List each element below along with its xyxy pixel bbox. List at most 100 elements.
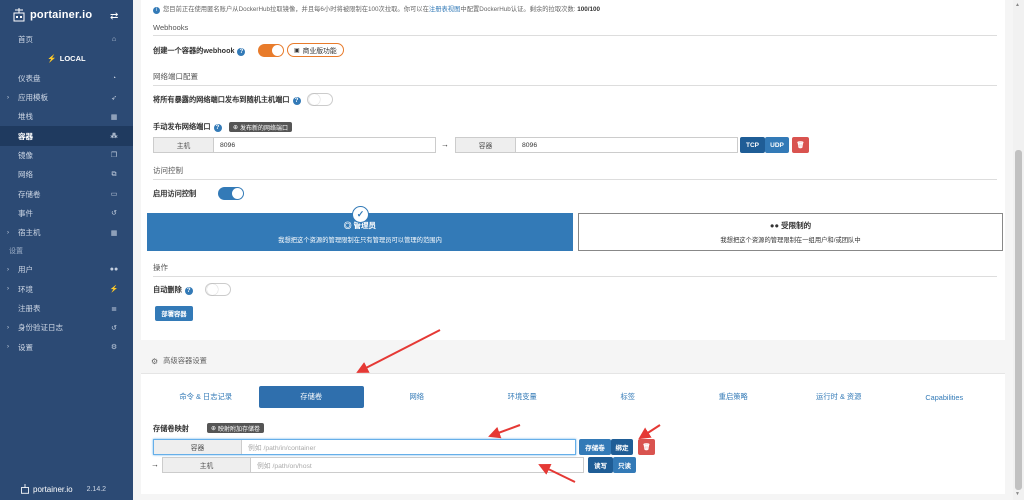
sidebar-item-auth-logs[interactable]: › 身份验证日志 ↺ (0, 318, 133, 337)
sidebar-item-app-templates[interactable]: › 应用模板 ➶ (0, 88, 133, 107)
section-ports: 网络端口配置 (153, 71, 997, 86)
volume-type-button[interactable]: 存储卷 (579, 439, 611, 455)
deploy-container-button[interactable]: 部署容器 (155, 306, 193, 321)
remove-port-button[interactable]: 🗑 (792, 137, 809, 153)
access-control-toggle[interactable] (218, 187, 244, 200)
portainer-logo-icon (21, 484, 29, 494)
container-path-input[interactable]: 容器 例如 /path/in/container (153, 439, 576, 455)
cogs-icon: ⚙ (110, 344, 118, 352)
sidebar-item-label: 注册表 (18, 304, 41, 313)
admin-desc: 我想把这个资源的管理限制在只有管理员可以管理的范围内 (278, 237, 442, 244)
host-port-input[interactable]: 主机 8096 (153, 137, 436, 153)
tcp-button[interactable]: TCP (740, 137, 765, 153)
remove-volume-button[interactable]: 🗑 (638, 439, 655, 455)
cubes-icon: ⁂ (110, 133, 118, 141)
add-port-text: 发布新的网络端口 (240, 125, 289, 132)
sidebar-item-containers[interactable]: 容器 ⁂ (0, 126, 133, 146)
manual-publish-label: 手动发布网络端口? (153, 122, 222, 132)
publish-all-toggle[interactable] (307, 93, 333, 106)
plug-icon: ⚡ (109, 286, 119, 294)
scrollbar[interactable]: ▲ ▼ (1013, 0, 1024, 500)
sidebar-item-settings[interactable]: › 设置 ⚙ (0, 337, 133, 356)
sidebar-item-host[interactable]: › 宿主机 ▦ (0, 223, 133, 242)
scrollbar-thumb[interactable] (1015, 150, 1022, 490)
advanced-settings-panel: ⚙ 高级容器设置 命令 & 日志记录 存储卷 网络 环境变量 标签 重启策略 运行… (141, 349, 1005, 494)
help-icon[interactable]: ? (184, 287, 193, 295)
host-path-input[interactable]: 主机 例如 /path/on/host (162, 457, 584, 473)
sidebar-section-settings: 设置 (9, 248, 23, 256)
container-port-input[interactable]: 容器 8096 (455, 137, 738, 153)
scroll-down-icon[interactable]: ▼ (1015, 491, 1020, 497)
manual-publish-text: 手动发布网络端口 (153, 122, 211, 131)
eye-slash-icon: ◎ (343, 221, 352, 230)
bind-type-button[interactable]: 绑定 (611, 439, 633, 455)
sidebar-toggle-icon[interactable]: ⇄ (110, 11, 118, 22)
add-volume-button[interactable]: ⊕ 映射附加存储卷 (207, 423, 265, 433)
publish-all-text: 将所有暴露的网络端口发布到随机主机端口 (153, 95, 290, 104)
sidebar-item-dashboard[interactable]: 仪表盘 ◔ (0, 69, 133, 88)
sidebar-item-events[interactable]: 事件 ↺ (0, 204, 133, 223)
th-icon: ▦ (110, 229, 118, 237)
tab-restart-policy[interactable]: 重启策略 (681, 386, 787, 408)
container-path-placeholder: 例如 /path/in/container (248, 445, 316, 452)
sidebar-item-label: 设置 (18, 342, 33, 352)
sidebar-item-registries[interactable]: 注册表 ≣ (0, 299, 133, 318)
sidebar-item-home[interactable]: 首页 ⌂ (0, 30, 133, 49)
webhook-label: 创建一个容器的webhook? (153, 46, 246, 56)
sidebar-item-users[interactable]: › 用户 ●● (0, 260, 133, 279)
sidebar-item-environments[interactable]: › 环境 ⚡ (0, 280, 133, 299)
webhook-toggle[interactable] (258, 44, 284, 57)
container-port-value: 8096 (522, 141, 538, 149)
tab-labels[interactable]: 标签 (575, 386, 681, 408)
sidebar-item-stacks[interactable]: 堆栈 ▦ (0, 107, 133, 126)
tab-capabilities[interactable]: Capabilities (892, 386, 998, 408)
gear-icon: ⚙ (151, 356, 159, 366)
help-icon[interactable]: ? (213, 124, 222, 132)
sidebar-item-images[interactable]: 镜像 ❐ (0, 146, 133, 165)
sitemap-icon: ⧉ (111, 170, 117, 178)
help-icon[interactable]: ? (292, 97, 301, 105)
caret-right-icon: › (7, 266, 9, 273)
access-restricted-option[interactable]: ●● 受限制的 我想把这个资源的管理限制在一组用户和/或团队中 (578, 213, 1003, 251)
business-feature-badge[interactable]: ▣ 商业版功能 (287, 43, 344, 57)
registry-link[interactable]: 注册表视图 (429, 6, 460, 13)
advanced-settings-title: 高级容器设置 (163, 356, 207, 365)
tab-network[interactable]: 网络 (364, 386, 470, 408)
sidebar-item-label: 堆栈 (18, 112, 33, 122)
tab-runtime-resources[interactable]: 运行时 & 资源 (786, 386, 892, 408)
business-feature-text: 商业版功能 (302, 48, 337, 55)
autoremove-text: 自动删除 (153, 285, 182, 294)
webhook-label-text: 创建一个容器的webhook (153, 46, 235, 55)
sidebar-item-volumes[interactable]: 存储卷 ▭ (0, 184, 133, 203)
caret-right-icon: › (7, 229, 9, 236)
footer-brand: portainer.io (33, 484, 73, 494)
info-text: 您目前正在使用匿名账户从DockerHub拉取镜像，并且每6小时将被限制在100… (163, 6, 429, 13)
scroll-up-icon[interactable]: ▲ (1015, 2, 1020, 8)
access-control-text: 启用访问控制 (153, 189, 197, 198)
tab-command-logging[interactable]: 命令 & 日志记录 (153, 386, 259, 408)
container-addon: 容器 (154, 440, 242, 454)
read-only-button[interactable]: 只读 (613, 457, 636, 473)
briefcase-icon: ▣ (294, 47, 300, 54)
sidebar-item-label: 环境 (18, 284, 33, 294)
version-label: 2.14.2 (86, 485, 107, 493)
check-icon: ✓ (352, 206, 369, 223)
caret-right-icon: › (7, 286, 9, 293)
autoremove-toggle[interactable] (205, 283, 231, 296)
tab-env[interactable]: 环境变量 (470, 386, 576, 408)
dashboard-icon: ◔ (111, 74, 117, 82)
plus-icon: ⊕ (211, 425, 217, 432)
brand-name: portainer.io (30, 9, 93, 21)
advanced-settings-header: ⚙ 高级容器设置 (141, 349, 1005, 374)
brand[interactable]: portainer.io ⇄ (0, 0, 133, 30)
sidebar-item-networks[interactable]: 网络 ⧉ (0, 165, 133, 184)
help-icon[interactable]: ? (237, 48, 246, 56)
udp-button[interactable]: UDP (765, 137, 789, 153)
pull-remaining: 100/100 (577, 6, 601, 13)
hdd-icon: ▭ (110, 191, 118, 199)
tab-volumes[interactable]: 存储卷 (258, 386, 364, 408)
read-write-button[interactable]: 读写 (588, 457, 613, 473)
sidebar-footer: portainer.io 2.14.2 (20, 484, 106, 494)
trash-icon: 🗑 (796, 142, 805, 149)
add-port-button[interactable]: ⊕ 发布新的网络端口 (229, 122, 293, 132)
